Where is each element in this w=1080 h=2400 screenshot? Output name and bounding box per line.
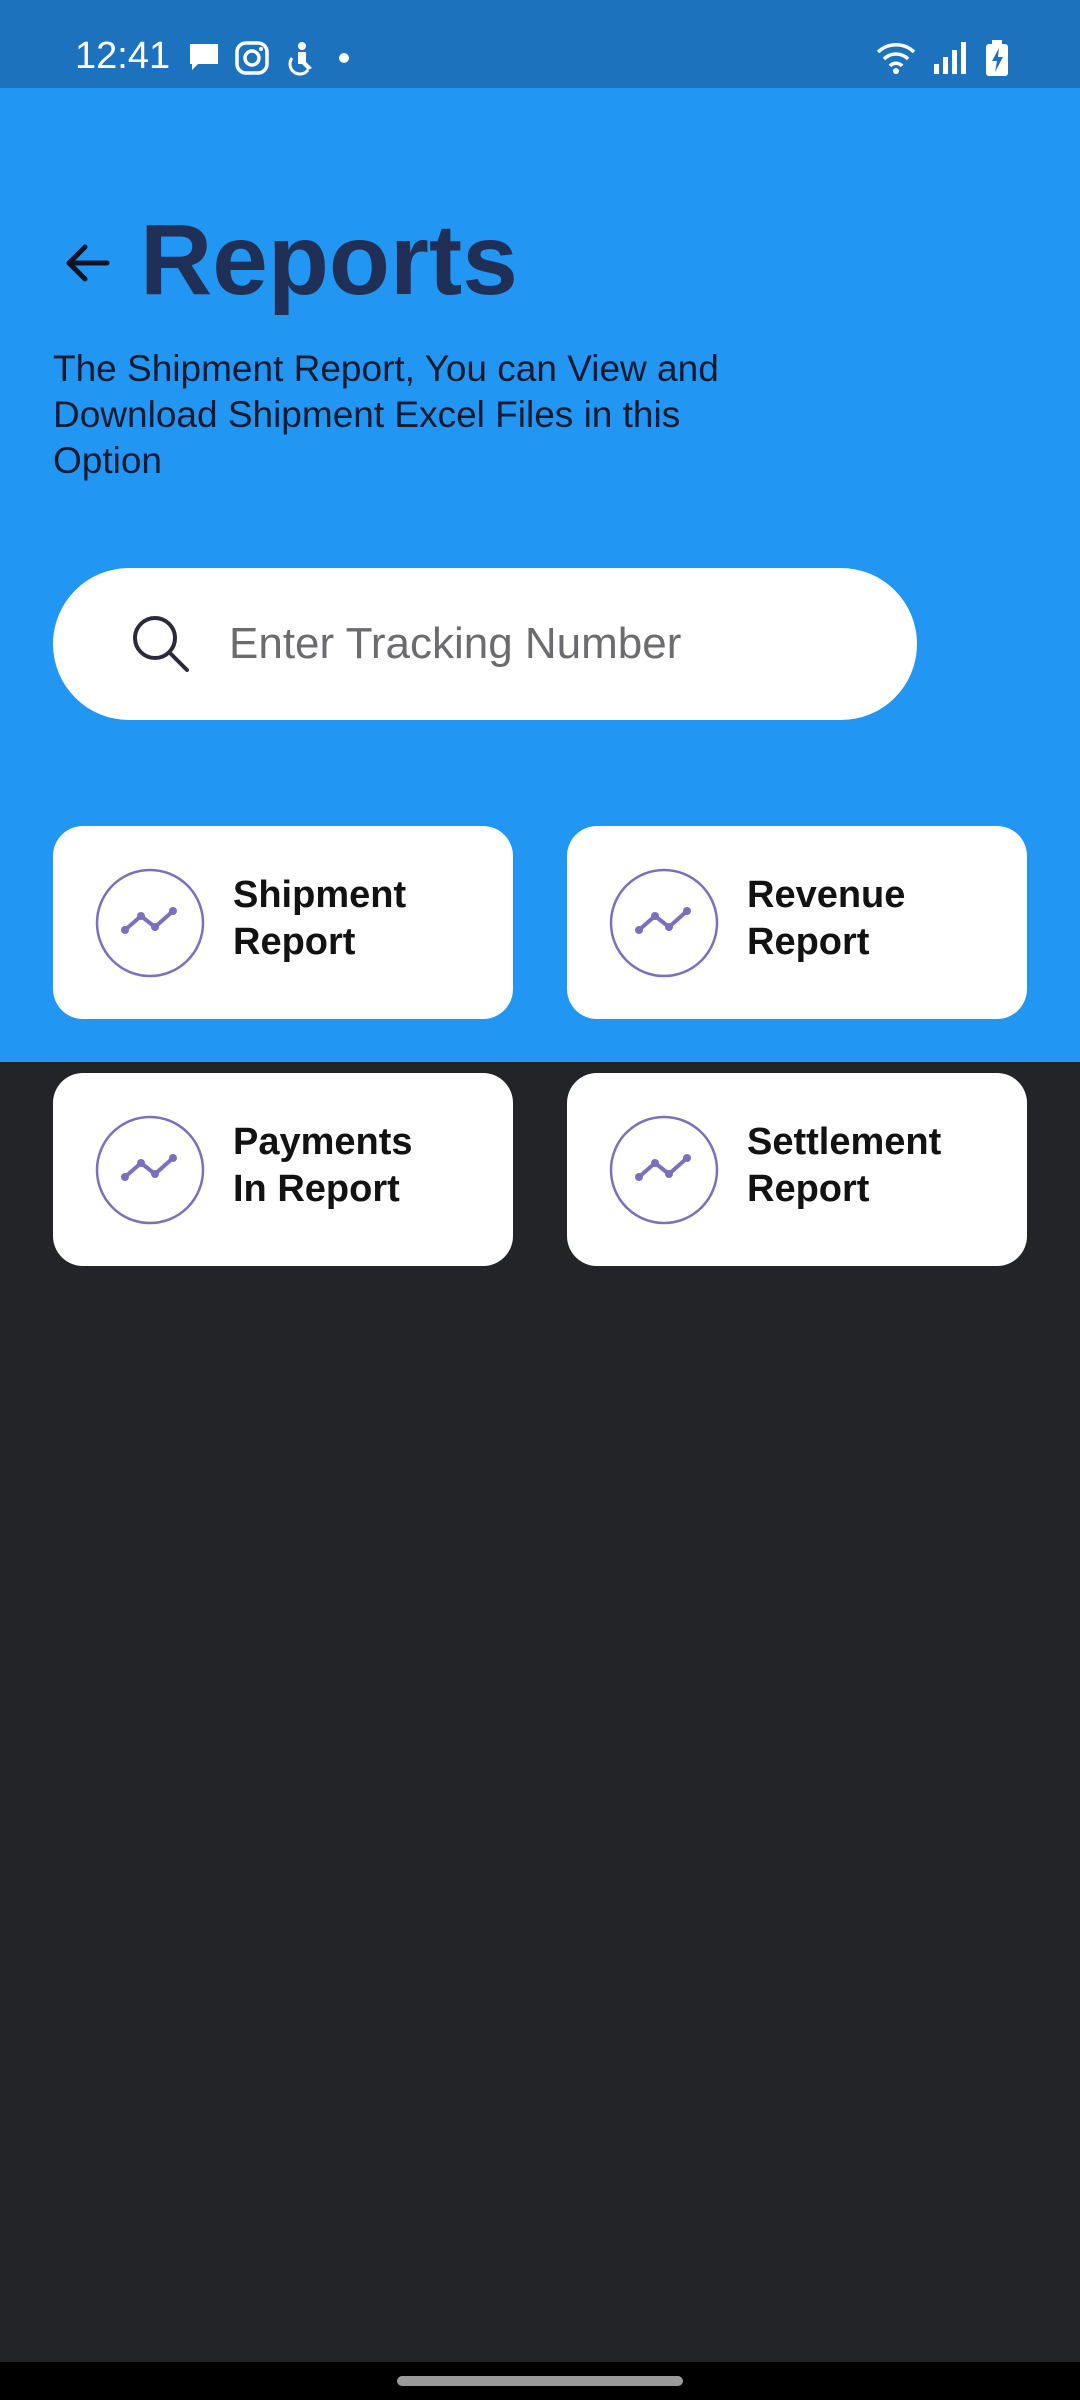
message-icon [190, 44, 218, 70]
search-icon [133, 616, 189, 672]
trend-line-icon [95, 868, 205, 978]
home-indicator[interactable] [397, 2376, 683, 2386]
revenue-report-card[interactable]: Revenue Report [567, 826, 1027, 1019]
accessibility-icon [288, 42, 312, 76]
back-button[interactable] [52, 228, 122, 298]
settlement-report-card[interactable]: Settlement Report [567, 1073, 1027, 1266]
report-card-label: Payments In Report [233, 1121, 413, 1210]
arrow-left-icon [66, 244, 110, 282]
search-input[interactable] [229, 604, 869, 684]
status-time: 12:41 [75, 35, 171, 77]
report-card-label: Revenue Report [747, 874, 906, 963]
signal-icon [934, 42, 966, 74]
report-card-label: Settlement Report [747, 1121, 942, 1210]
navigation-bar [0, 2362, 1080, 2400]
wifi-icon [876, 43, 916, 74]
instagram-icon [235, 41, 269, 75]
status-bar: 12:41 [0, 0, 1080, 88]
page-title: Reports [140, 204, 518, 316]
shipment-report-card[interactable]: Shipment Report [53, 826, 513, 1019]
dot-icon [339, 53, 349, 63]
trend-line-icon [609, 868, 719, 978]
trend-line-icon [95, 1115, 205, 1225]
page-description: The Shipment Report, You can View and Do… [53, 348, 719, 481]
trend-line-icon [609, 1115, 719, 1225]
search-box[interactable] [53, 568, 917, 720]
battery-charging-icon [986, 40, 1008, 76]
payments-in-report-card[interactable]: Payments In Report [53, 1073, 513, 1266]
report-card-label: Shipment Report [233, 874, 407, 963]
